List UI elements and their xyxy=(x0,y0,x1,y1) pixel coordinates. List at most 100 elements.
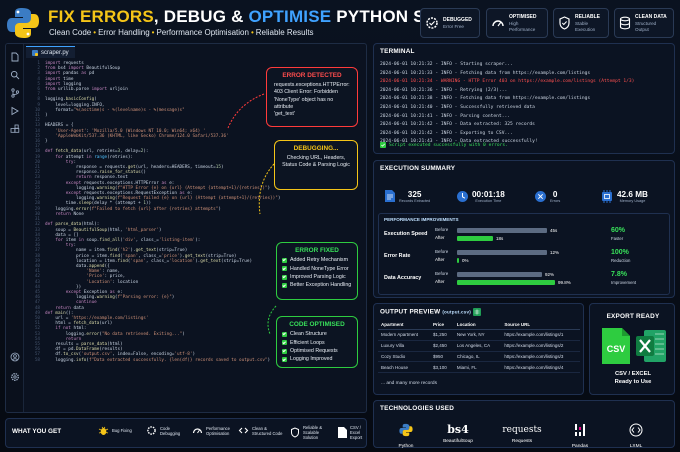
terminal-output: 2024-06-01 10:21:32 - INFO - Starting sc… xyxy=(380,62,635,145)
before-bar xyxy=(457,272,542,277)
pandas-icon xyxy=(575,424,585,436)
speedometer-icon xyxy=(492,20,504,27)
wyg-performance: Performance Optimisation xyxy=(192,425,236,436)
stat-records: 325 Records Extracted xyxy=(384,183,430,209)
output-table: Apartment Price Location Source URL Mode… xyxy=(378,320,580,374)
after-label: After xyxy=(435,279,445,284)
column-header: Location xyxy=(453,320,502,330)
export-description: CSV / EXCEL Ready to Use xyxy=(614,371,652,385)
technologies-title: TECHNOLOGIES USED xyxy=(380,405,455,412)
table-row: Cozy Studio $950 Chicago, IL https://exampl… xyxy=(378,351,580,363)
export-title: EXPORT READY xyxy=(606,313,660,320)
csv-file-icon: CSV xyxy=(602,328,630,364)
output-title: OUTPUT PREVIEW (output.csv) xyxy=(380,308,481,316)
after-bar xyxy=(457,236,493,241)
technologies-panel: TECHNOLOGIES USED Python bs4 BeautifulSo… xyxy=(373,400,675,449)
badge-reliable: RELIABLE Stable Execution xyxy=(553,8,609,38)
performance-improvements: PERFORMANCE IMPROVEMENTS Execution Speed… xyxy=(378,213,670,295)
settings-gear-icon[interactable] xyxy=(10,372,20,382)
stat-memory: 42.6 MB Memory Usage xyxy=(600,183,648,209)
bs4-icon: bs4 xyxy=(447,423,469,436)
check-icon xyxy=(282,274,287,280)
improvement-percent: 7.8% xyxy=(611,271,627,278)
error-fixed-card: ERROR FIXED Added Retry Mechanism Handle… xyxy=(276,242,358,300)
requests-icon: requests xyxy=(502,425,542,435)
checklist-item: Efficient Loops xyxy=(277,339,357,347)
gear-check-icon xyxy=(426,17,438,29)
tech-python: Python xyxy=(384,423,428,449)
check-icon xyxy=(282,331,287,337)
badge-clean-data: CLEAN DATA Structured Output xyxy=(614,8,674,38)
before-value: 45s xyxy=(550,227,558,233)
after-value: 0% xyxy=(462,257,469,263)
csv-icon xyxy=(338,427,347,438)
code-brackets-icon xyxy=(629,423,643,437)
before-label: Before xyxy=(435,227,449,232)
code-optimised-card: CODE OPTIMISED Clean Structure Efficient… xyxy=(276,316,358,368)
badge-debugged: DEBUGGED Error Free xyxy=(420,8,480,38)
files-icon[interactable] xyxy=(10,52,20,62)
terminal-success: Script executed successfully with 0 erro… xyxy=(380,142,508,148)
check-icon xyxy=(282,340,287,346)
extensions-icon[interactable] xyxy=(10,124,20,134)
output-preview-panel: OUTPUT PREVIEW (output.csv) Apartment Pr… xyxy=(373,303,584,395)
activity-bar xyxy=(6,44,24,412)
tech-requests: requests Requests xyxy=(500,423,544,444)
table-row: Beach House $3,100 Miami, FL https://exampl… xyxy=(378,361,580,374)
before-value: 12% xyxy=(550,249,560,255)
stat-time: 00:01:18 Execution Time xyxy=(456,183,505,209)
tech-lxml: LXML xyxy=(614,423,658,449)
improvement-label: Reduction xyxy=(611,258,631,263)
improvement-percent: 60% xyxy=(611,227,626,234)
export-ready-panel: EXPORT READY CSV CSV / EXCEL Ready to Use xyxy=(589,303,675,395)
checklist-item: Improved Parsing Logic xyxy=(277,273,357,281)
table-header-row: Apartment Price Location Source URL xyxy=(378,320,580,330)
stat-errors: 0 Errors xyxy=(534,183,560,209)
shield-icon xyxy=(291,427,299,438)
clock-icon xyxy=(457,190,468,202)
execution-summary-panel: EXECUTION SUMMARY 325 Records Extracted 0… xyxy=(373,160,675,298)
python-icon xyxy=(399,423,413,437)
check-icon xyxy=(282,283,287,289)
table-row: Luxury Villa $2,450 Los Angeles, CA https:/… xyxy=(378,340,580,352)
python-logo-icon xyxy=(7,8,39,38)
infographic-root: FIX ERRORS, DEBUG & OPTIMISE PYTHON SCRI… xyxy=(0,0,680,452)
python-file-icon xyxy=(32,49,38,56)
improvement-percent: 100% xyxy=(611,249,629,256)
check-icon xyxy=(282,266,287,272)
perf-metric-name: Execution Speed xyxy=(384,231,428,237)
error-x-icon xyxy=(535,190,546,202)
checklist-item: Logging Improved xyxy=(277,355,357,363)
wyg-bug-fixing: Bug Fixing xyxy=(98,425,132,436)
wyg-clean-code: Clean & Structured Code xyxy=(238,425,286,436)
after-value: 99.8% xyxy=(558,279,571,285)
improvement-label: Improvement xyxy=(611,280,637,285)
table-row: Modern Apartment $1,250 New York, NY https:… xyxy=(378,329,580,341)
before-label: Before xyxy=(435,271,449,276)
perf-metric-name: Error Rate xyxy=(384,253,411,259)
after-bar xyxy=(457,258,459,263)
checklist-item: Better Exception Handling xyxy=(277,281,357,289)
perf-title: PERFORMANCE IMPROVEMENTS xyxy=(384,217,459,222)
before-value: 92% xyxy=(545,271,555,277)
spreadsheet-icon xyxy=(472,308,481,316)
check-square-icon xyxy=(380,142,386,148)
checklist-item: Clean Structure xyxy=(277,330,357,338)
speedometer-icon xyxy=(192,428,203,434)
check-icon xyxy=(282,257,287,263)
tab-filename: scraper.py xyxy=(41,49,69,56)
memory-chip-icon xyxy=(602,189,612,203)
editor-tab[interactable]: scraper.py xyxy=(26,46,75,58)
source-control-icon[interactable] xyxy=(10,88,20,98)
checklist-item: Handled NoneType Error xyxy=(277,265,357,273)
bug-icon xyxy=(98,426,109,435)
after-value: 18s xyxy=(496,235,504,241)
svg-text:CSV: CSV xyxy=(607,344,626,354)
search-icon[interactable] xyxy=(10,70,20,80)
debug-gear-icon xyxy=(147,426,156,435)
wyg-reliable: Reliable & Scalable Solution xyxy=(290,425,333,440)
document-icon xyxy=(385,190,395,202)
run-debug-icon[interactable] xyxy=(10,106,20,116)
before-bar xyxy=(457,250,547,255)
account-icon[interactable] xyxy=(10,352,20,362)
